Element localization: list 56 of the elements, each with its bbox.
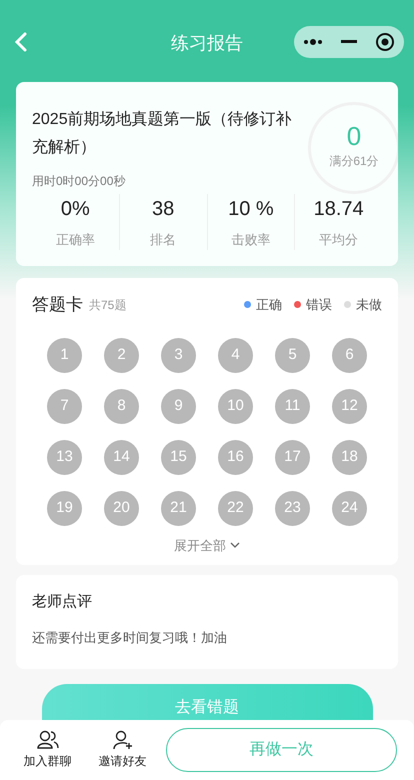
redo-button[interactable]: 再做一次 <box>166 728 397 772</box>
stat-label: 排名 <box>150 231 176 249</box>
question-number[interactable]: 7 <box>47 388 82 424</box>
stat-label: 正确率 <box>56 231 95 249</box>
question-number[interactable]: 21 <box>161 490 196 526</box>
legend-label: 未做 <box>356 296 382 314</box>
stat-label: 击败率 <box>231 231 270 249</box>
close-target-icon[interactable] <box>375 32 395 52</box>
chevron-down-icon[interactable] <box>230 542 240 548</box>
card-title: 答题卡 <box>32 294 83 316</box>
more-icon[interactable] <box>303 39 323 45</box>
minimize-icon[interactable] <box>341 40 357 44</box>
question-number[interactable]: 12 <box>332 388 367 424</box>
question-number[interactable]: 10 <box>218 388 253 424</box>
question-number[interactable]: 8 <box>104 388 139 424</box>
question-number[interactable]: 2 <box>104 338 139 372</box>
stat-value: 18.74 <box>314 197 364 222</box>
question-number[interactable]: 1 <box>47 338 82 372</box>
question-number[interactable]: 19 <box>47 490 82 526</box>
question-count: 共75题 <box>89 296 126 314</box>
question-number[interactable]: 15 <box>161 440 196 474</box>
question-number[interactable]: 23 <box>275 490 310 526</box>
stat-value: 10 % <box>228 197 274 222</box>
bottom-action[interactable]: 加入群聊 <box>10 730 85 770</box>
expand-all-button[interactable]: 展开全部 <box>174 536 240 555</box>
question-number[interactable]: 20 <box>104 490 139 526</box>
question-number[interactable]: 11 <box>275 388 310 424</box>
full-score: 满分61分 <box>329 153 379 170</box>
question-number[interactable]: 16 <box>218 440 253 474</box>
question-number[interactable]: 9 <box>161 388 196 424</box>
add-person-icon[interactable] <box>112 730 134 750</box>
stat-value: 0% <box>60 197 90 222</box>
question-number[interactable]: 3 <box>161 338 196 372</box>
people-icon[interactable] <box>36 730 58 750</box>
review-mistakes-button[interactable]: 去看错题 <box>42 684 372 720</box>
question-number[interactable]: 4 <box>218 338 253 372</box>
legend-label: 正确 <box>256 296 282 314</box>
question-number[interactable]: 13 <box>47 440 82 474</box>
teacher-comment: 还需要付出更多时间复习哦！加油 <box>32 628 228 646</box>
score-value: 0 <box>346 120 362 152</box>
stat-value: 38 <box>152 197 174 222</box>
capsule-menu[interactable] <box>294 26 404 58</box>
stat-label: 平均分 <box>319 231 358 249</box>
question-number[interactable]: 5 <box>275 338 310 372</box>
bottom-action[interactable]: 邀请好友 <box>85 730 160 770</box>
question-number[interactable]: 6 <box>332 338 367 372</box>
page-title: 练习报告 <box>170 32 244 55</box>
question-number[interactable]: 24 <box>332 490 367 526</box>
time-used: 用时0时00分00秒 <box>32 173 126 190</box>
legend-label: 错误 <box>306 296 332 314</box>
question-number[interactable]: 18 <box>332 440 367 474</box>
question-number[interactable]: 22 <box>218 490 253 526</box>
question-number[interactable]: 17 <box>275 440 310 474</box>
practice-title: 2025前期场地真题第一版（待修订补充解析） <box>32 110 293 158</box>
question-number[interactable]: 14 <box>104 440 139 474</box>
section-title: 老师点评 <box>32 592 93 612</box>
